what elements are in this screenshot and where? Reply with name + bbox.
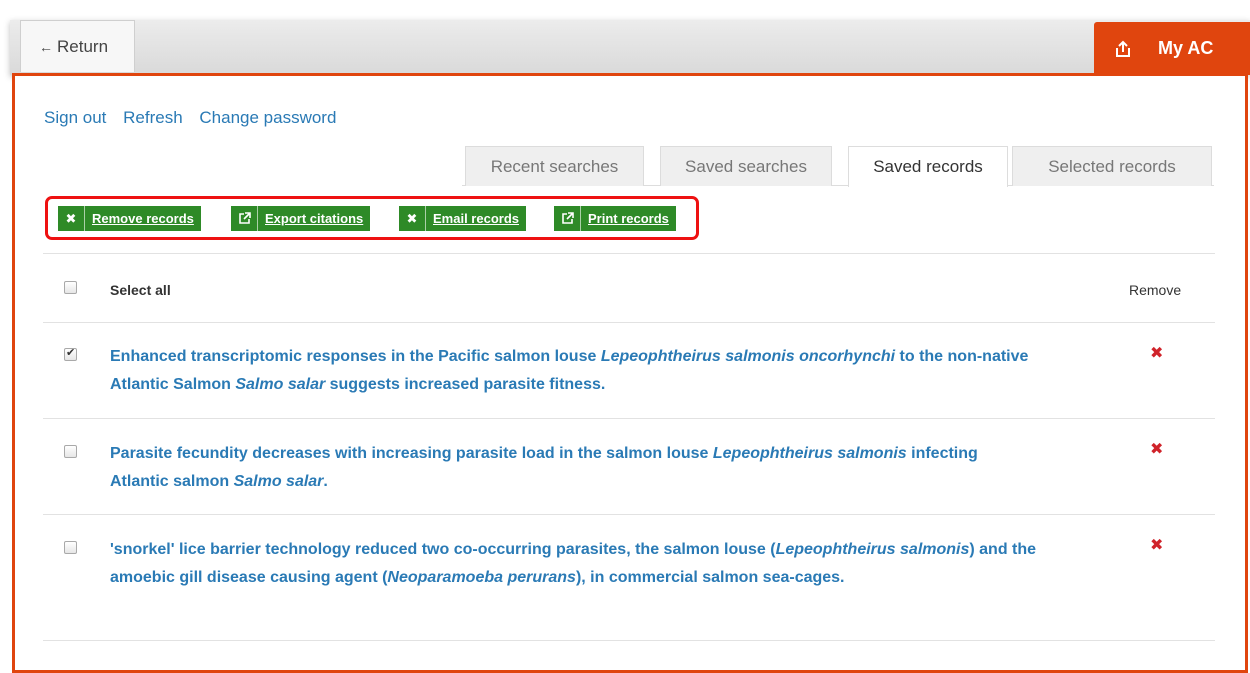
my-account-label: My AC (1158, 38, 1214, 58)
title-text: Enhanced transcriptomic responses in the… (110, 348, 601, 365)
species-name: Neoparamoeba perurans (387, 569, 576, 586)
export-citations-button[interactable]: Export citations (231, 206, 371, 231)
record-checkbox[interactable] (64, 346, 77, 361)
header-strip (10, 20, 1250, 75)
divider (43, 640, 1215, 641)
record-checkbox[interactable] (64, 445, 77, 458)
title-text: ), in commercial salmon sea-cages. (575, 569, 845, 586)
species-name: Salmo salar (233, 473, 324, 490)
select-all-checkbox[interactable] (64, 281, 77, 294)
title-text: 'snorkel' lice barrier technology reduce… (110, 541, 776, 558)
print-records-button[interactable]: Print records (554, 206, 676, 231)
remove-column-header: Remove (1129, 282, 1182, 298)
tab-recent-searches[interactable]: Recent searches (465, 146, 644, 186)
species-name: Lepeophtheirus salmonis (712, 445, 907, 462)
species-name: Lepeophtheirus salmonis oncorhynchi (600, 348, 896, 365)
remove-records-button[interactable]: ✖ Remove records (58, 206, 201, 231)
remove-record-icon[interactable]: ✖ (1150, 439, 1163, 459)
record-title[interactable]: 'snorkel' lice barrier technology reduce… (110, 536, 1065, 592)
my-account-tab[interactable]: My AC (1094, 22, 1250, 75)
record-checkbox[interactable] (64, 541, 77, 554)
close-icon: ✖ (58, 206, 85, 231)
species-name: Salmo salar (235, 376, 326, 393)
return-label: Return (57, 36, 109, 56)
title-text: Parasite fecundity decreases with increa… (110, 445, 713, 462)
remove-record-icon[interactable]: ✖ (1150, 343, 1163, 363)
remove-record-icon[interactable]: ✖ (1150, 535, 1163, 555)
external-link-icon (554, 206, 581, 231)
divider (43, 418, 1215, 419)
select-all-label: Select all (110, 282, 171, 298)
refresh-link[interactable]: Refresh (123, 108, 183, 127)
sign-out-link[interactable]: Sign out (44, 108, 106, 127)
tab-saved-records[interactable]: Saved records (848, 146, 1008, 187)
external-link-icon (231, 206, 258, 231)
divider (43, 253, 1215, 254)
title-text: . (323, 473, 328, 490)
export-icon (1116, 40, 1130, 57)
return-button[interactable]: ← Return (20, 20, 135, 72)
title-text: suggests increased parasite fitness. (325, 376, 606, 393)
close-icon: ✖ (399, 206, 426, 231)
species-name: Lepeophtheirus salmonis (775, 541, 970, 558)
record-title[interactable]: Enhanced transcriptomic responses in the… (110, 343, 1070, 399)
divider (43, 514, 1215, 515)
tab-selected-records[interactable]: Selected records (1012, 146, 1212, 186)
change-password-link[interactable]: Change password (199, 108, 336, 127)
divider (43, 322, 1215, 323)
email-records-button[interactable]: ✖ Email records (399, 206, 526, 231)
tab-saved-searches[interactable]: Saved searches (660, 146, 832, 186)
arrow-left-icon: ← (39, 38, 53, 55)
account-links: Sign out Refresh Change password (44, 108, 348, 128)
record-title[interactable]: Parasite fecundity decreases with increa… (110, 440, 1040, 496)
